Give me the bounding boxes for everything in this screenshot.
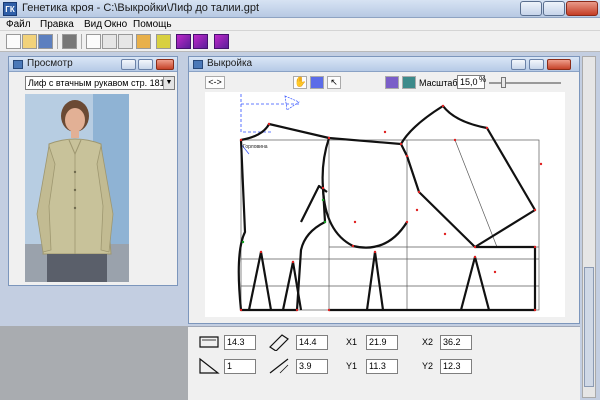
minimize-button[interactable] [520, 1, 542, 16]
angle-measure-icon [199, 357, 220, 374]
x2-field[interactable]: 36.2 [440, 335, 472, 350]
y2-label: Y2 [422, 361, 434, 371]
empty-workspace-area [0, 326, 188, 400]
maximize-button[interactable] [543, 1, 565, 16]
scale-slider-track[interactable] [489, 82, 561, 84]
toolbar-separator [57, 34, 58, 49]
select-area-icon[interactable] [310, 76, 324, 89]
workspace-scrollbar[interactable] [582, 56, 596, 398]
pattern-maximize-button[interactable] [529, 59, 544, 70]
pattern-close-button[interactable] [547, 59, 571, 70]
tool-icon[interactable] [156, 34, 171, 49]
mdi-workspace: Просмотр Лиф с втачным рукавом стр. 181-… [0, 52, 600, 400]
window-icon [193, 60, 203, 69]
pattern-canvas[interactable]: Горловина [205, 92, 565, 317]
model-select[interactable]: Лиф с втачным рукавом стр. 181-225 ▼ [25, 76, 175, 90]
copy-icon[interactable] [102, 34, 117, 49]
model-select-value: Лиф с втачным рукавом стр. 181-225 [28, 78, 175, 88]
preview-title: Просмотр [27, 58, 73, 69]
y1-field[interactable]: 11.3 [366, 359, 398, 374]
measure3-value: 1 [227, 361, 233, 371]
preview-minimize-button[interactable] [121, 59, 136, 70]
layer2-icon[interactable] [193, 34, 208, 49]
new-file-icon[interactable] [6, 34, 21, 49]
main-toolbar [0, 31, 600, 52]
measure4-field[interactable]: 3.9 [296, 359, 328, 374]
menu-view[interactable]: Вид [84, 18, 102, 31]
menu-help[interactable]: Помощь [133, 18, 172, 31]
width-measure-icon [199, 336, 219, 348]
scale-value: 15,0 [460, 77, 478, 87]
window-icon [13, 60, 23, 69]
preview-titlebar: Просмотр [9, 57, 177, 72]
y2-value: 12.3 [443, 361, 461, 371]
parameters-panel: 14.3 14.4 X1 21.9 X2 36.2 1 3.9 Y1 11.3 … [188, 326, 580, 400]
nav-arrows-button[interactable]: <-> [205, 76, 225, 89]
neck-label: Горловина [243, 144, 268, 150]
preview-maximize-button[interactable] [138, 59, 153, 70]
x1-label: X1 [346, 337, 358, 347]
scale-label: Масштаб [419, 78, 458, 88]
save-icon[interactable] [38, 34, 53, 49]
x1-field[interactable]: 21.9 [366, 335, 398, 350]
preview-close-button[interactable] [156, 59, 174, 70]
window-title: Генетика кроя - C:\Выкройки\Лиф до талии… [22, 2, 260, 14]
scale-unit: % [479, 75, 487, 84]
pattern-title: Выкройка [207, 58, 253, 69]
scale-slider-thumb[interactable] [501, 77, 506, 88]
app-logo-icon: ГК [3, 2, 17, 16]
toolbar-separator [81, 34, 82, 49]
menu-file[interactable]: Файл [6, 18, 31, 31]
paste-icon[interactable] [118, 34, 133, 49]
length-measure-icon [269, 334, 289, 351]
x1-value: 21.9 [369, 337, 387, 347]
hand-icon[interactable]: ✋ [293, 76, 307, 89]
menu-window[interactable]: Окно [104, 18, 127, 31]
menu-edit[interactable]: Правка [40, 18, 74, 31]
measure2-value: 14.4 [299, 337, 317, 347]
color-swatch-icon[interactable] [385, 76, 399, 89]
x2-label: X2 [422, 337, 434, 347]
model-photo [25, 94, 129, 282]
properties-icon[interactable] [136, 34, 151, 49]
y1-label: Y1 [346, 361, 358, 371]
pointer-icon[interactable]: ↖ [327, 76, 341, 89]
pattern-window: Выкройка <-> ✋ ↖ Масштаб 15,0 % Горловин… [188, 56, 580, 324]
y1-value: 11.3 [369, 361, 386, 371]
scrollbar-thumb[interactable] [584, 267, 594, 387]
measure2-field[interactable]: 14.4 [296, 335, 328, 350]
open-folder-icon[interactable] [22, 34, 37, 49]
layer3-icon[interactable] [214, 34, 229, 49]
measure1-field[interactable]: 14.3 [224, 335, 256, 350]
preview-window: Просмотр Лиф с втачным рукавом стр. 181-… [8, 56, 178, 286]
measure1-value: 14.3 [227, 337, 245, 347]
menu-bar: Файл Правка Вид Окно Помощь [0, 18, 600, 31]
y2-field[interactable]: 12.3 [440, 359, 472, 374]
measure4-value: 3.9 [299, 361, 312, 371]
window-titlebar: ГК Генетика кроя - C:\Выкройки\Лиф до та… [0, 0, 600, 18]
grid-icon[interactable] [402, 76, 416, 89]
x2-value: 36.2 [443, 337, 461, 347]
close-button[interactable] [566, 1, 598, 16]
print-preview-icon[interactable] [86, 34, 101, 49]
measure3-field[interactable]: 1 [224, 359, 256, 374]
print-icon[interactable] [62, 34, 77, 49]
pattern-titlebar: Выкройка [189, 57, 579, 72]
pattern-minimize-button[interactable] [511, 59, 526, 70]
offset-measure-icon [269, 358, 289, 374]
layer1-icon[interactable] [176, 34, 191, 49]
chevron-down-icon[interactable]: ▼ [163, 77, 174, 89]
